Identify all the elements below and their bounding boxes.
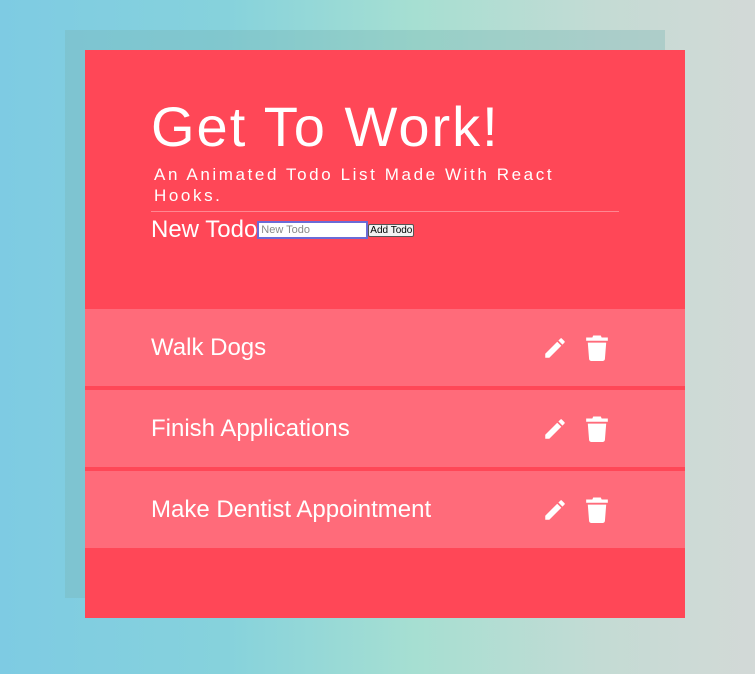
pencil-icon[interactable] bbox=[541, 334, 569, 362]
todo-item: Walk Dogs bbox=[85, 309, 685, 386]
todo-item: Finish Applications bbox=[85, 390, 685, 467]
add-todo-button[interactable]: Add Todo bbox=[368, 223, 415, 237]
todo-item-actions bbox=[541, 334, 611, 362]
trash-icon[interactable] bbox=[583, 496, 611, 524]
todo-list: Walk Dogs Finish Applications Make Denti… bbox=[85, 309, 685, 552]
trash-icon[interactable] bbox=[583, 415, 611, 443]
page-subtitle: An Animated Todo List Made With React Ho… bbox=[154, 165, 555, 205]
new-todo-form: New Todo Add Todo bbox=[151, 213, 619, 247]
todo-item: Make Dentist Appointment bbox=[85, 471, 685, 548]
todo-item-actions bbox=[541, 415, 611, 443]
new-todo-input[interactable] bbox=[257, 221, 369, 239]
page-title: Get To Work! bbox=[151, 95, 500, 158]
app-header: Get To Work! An Animated Todo List Made … bbox=[151, 92, 619, 247]
todo-item-actions bbox=[541, 496, 611, 524]
new-todo-label: New Todo bbox=[151, 216, 258, 243]
header-divider bbox=[151, 211, 619, 212]
pencil-icon[interactable] bbox=[541, 415, 569, 443]
trash-icon[interactable] bbox=[583, 334, 611, 362]
pencil-icon[interactable] bbox=[541, 496, 569, 524]
todo-app-card: Get To Work! An Animated Todo List Made … bbox=[85, 50, 685, 618]
